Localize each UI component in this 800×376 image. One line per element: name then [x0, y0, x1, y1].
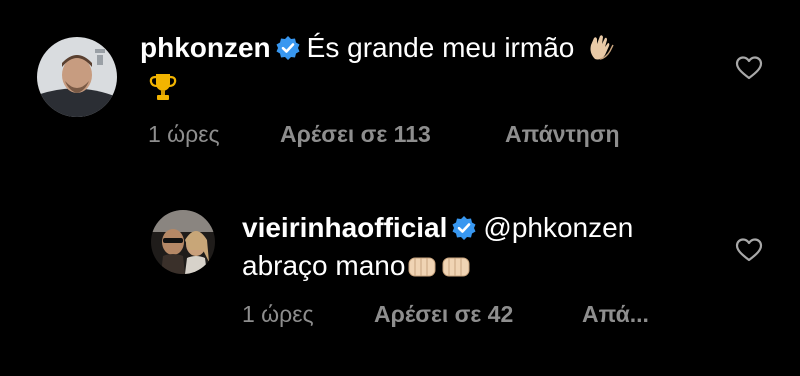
- comment-time: 1 ώρες: [148, 121, 220, 147]
- comment-body-phkonzen: És grande meu irmão: [306, 32, 575, 63]
- reply-likes-count-link[interactable]: Αρέσει σε 42: [374, 301, 513, 328]
- avatar-vieirinhaofficial[interactable]: [151, 210, 215, 274]
- comment-meta-phkonzen: 1 ώρες Αρέσει σε 113 Απάντηση: [148, 121, 648, 151]
- comment-text-line2: [148, 68, 178, 114]
- verified-badge-icon: [275, 32, 301, 72]
- comment-text-line1: phkonzen És grande meu irmão: [140, 28, 616, 74]
- clapping-hands-icon: [586, 33, 616, 74]
- fist-bump-icon: [407, 251, 473, 292]
- trophy-icon: [148, 71, 178, 114]
- avatar-phkonzen-image: [37, 37, 117, 117]
- username-vieirinhaofficial[interactable]: vieirinhaofficial: [242, 212, 447, 243]
- reply-text-line2: abraço mano: [242, 246, 473, 292]
- reply-time: 1 ώρες: [242, 301, 314, 327]
- likes-count-link[interactable]: Αρέσει σε 113: [280, 121, 431, 148]
- reply-button[interactable]: Απάντηση: [505, 121, 620, 148]
- comment-body-vieirinhaofficial: abraço mano: [242, 250, 406, 281]
- avatar-phkonzen[interactable]: [37, 37, 117, 117]
- avatar-vieirinhaofficial-image: [151, 210, 215, 274]
- username-phkonzen[interactable]: phkonzen: [140, 32, 271, 63]
- mention-link[interactable]: @phkonzen: [483, 212, 633, 243]
- reply-reply-button[interactable]: Απά...: [582, 301, 649, 328]
- heart-icon[interactable]: [735, 237, 763, 268]
- reply-meta-vieirinhaofficial: 1 ώρες Αρέσει σε 42 Απά...: [242, 301, 682, 331]
- heart-icon[interactable]: [735, 55, 763, 86]
